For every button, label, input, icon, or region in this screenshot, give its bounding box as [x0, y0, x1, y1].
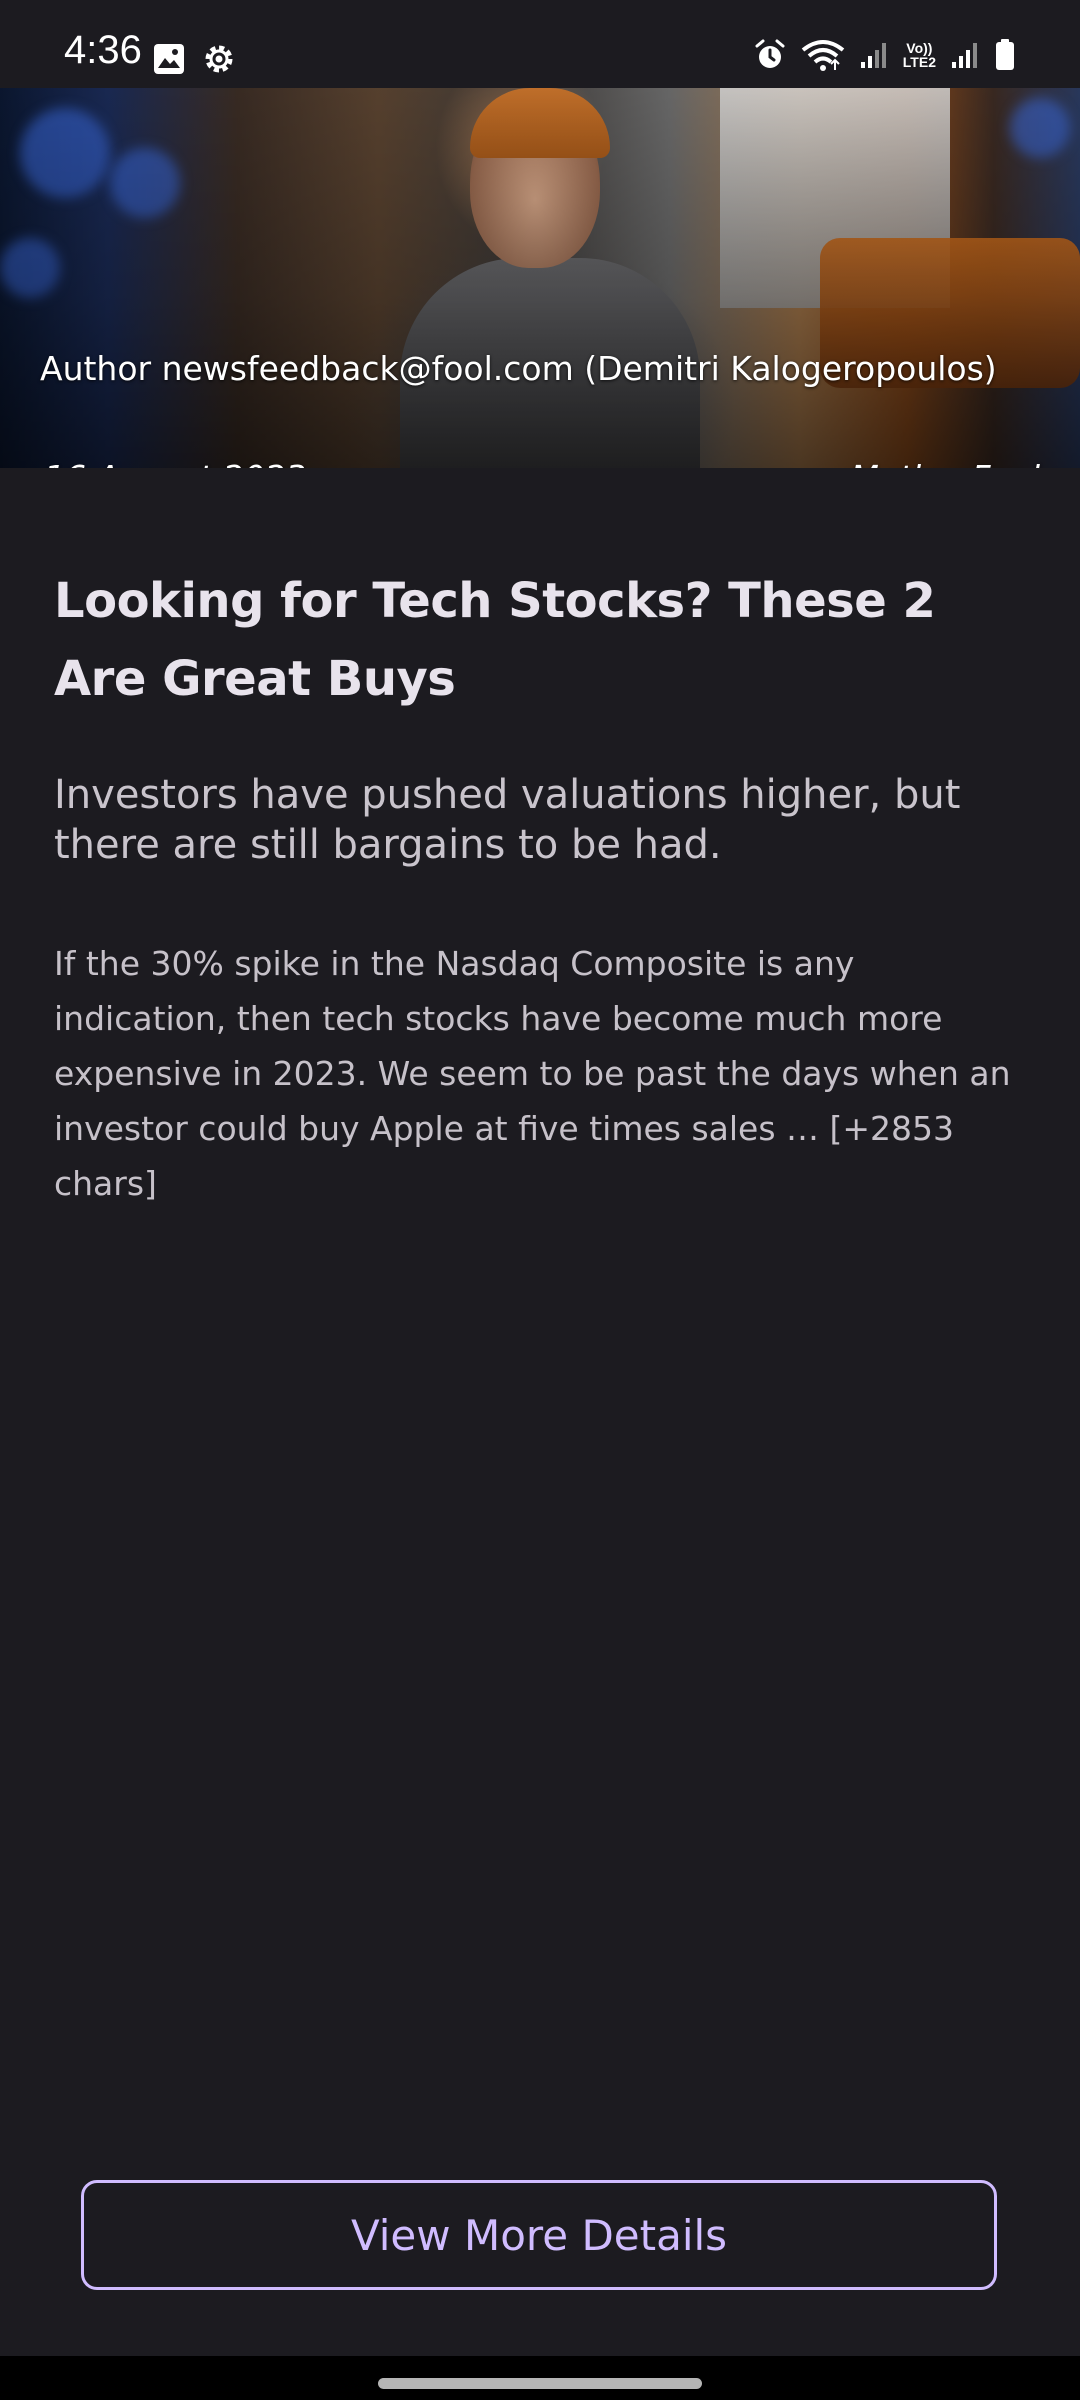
article-date: 16 August 2023 [44, 458, 306, 468]
settings-icon [200, 40, 238, 78]
article-author: Author newsfeedback@fool.com (Demitri Ka… [40, 349, 997, 388]
status-bar: 4:36 Vo)) LTE2 [0, 0, 1080, 88]
image-icon [152, 42, 186, 76]
article-subtitle: Investors have pushed valuations higher,… [54, 772, 961, 868]
signal-icon [859, 40, 889, 70]
article-detail-screen: 4:36 Vo)) LTE2 Author newsfeedback@fool.… [0, 0, 1080, 2400]
article-content: Looking for Tech Stocks? These 2 Are Gre… [54, 562, 1026, 1211]
article-body: If the 30% spike in the Nasdaq Composite… [54, 944, 1011, 1203]
alarm-icon [753, 38, 787, 72]
status-right-icons: Vo)) LTE2 [753, 38, 1016, 72]
volte-label-top: Vo)) [906, 40, 933, 56]
volte-icon: Vo)) LTE2 [903, 41, 936, 69]
home-gesture-handle[interactable] [378, 2378, 702, 2389]
volte-label-bottom: LTE2 [902, 54, 936, 70]
article-title: Looking for Tech Stocks? These 2 Are Gre… [54, 573, 936, 707]
battery-icon [994, 38, 1016, 72]
article-source: Motley Fool [850, 458, 1040, 468]
status-time: 4:36 [64, 28, 142, 72]
wifi-icon [801, 38, 845, 72]
article-hero-image: Author newsfeedback@fool.com (Demitri Ka… [0, 88, 1080, 468]
view-more-details-button[interactable]: View More Details [81, 2180, 997, 2290]
status-left-icons [152, 40, 238, 78]
navigation-bar [0, 2356, 1080, 2400]
signal-icon [950, 40, 980, 70]
